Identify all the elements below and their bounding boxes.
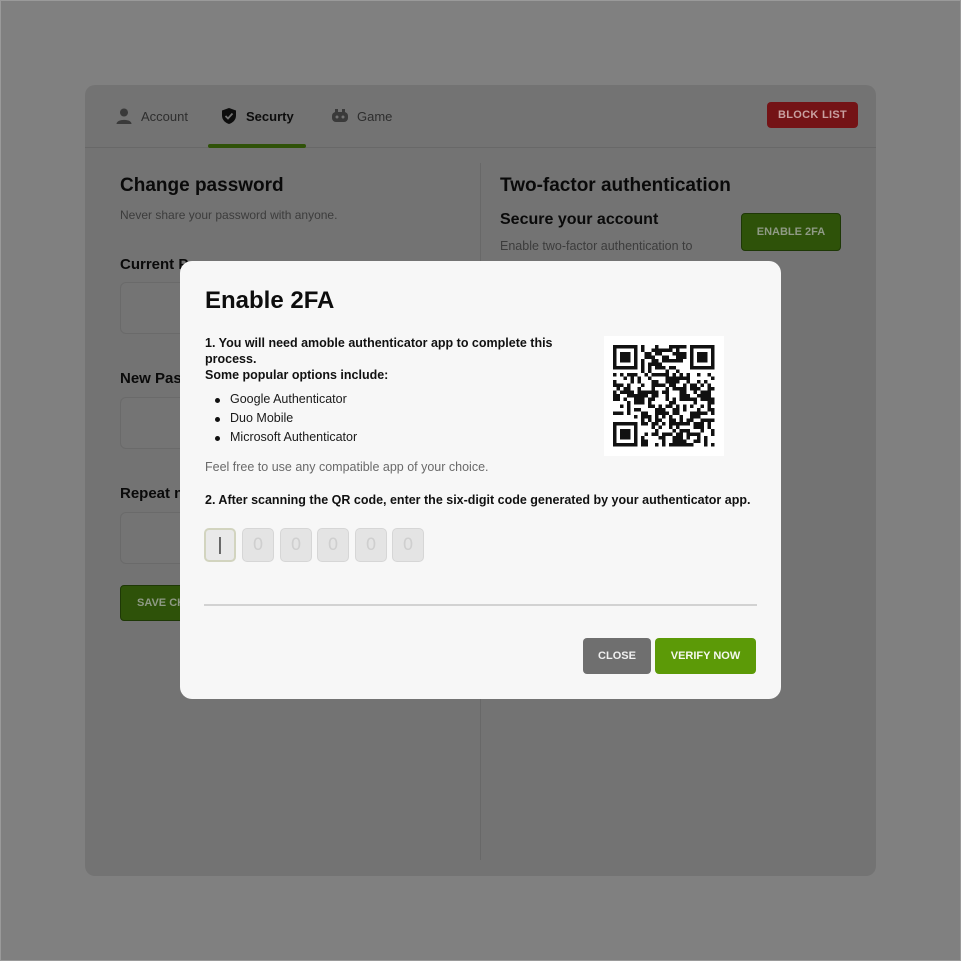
- new-password-label: New Pas: [120, 370, 182, 387]
- qr-code: [604, 336, 724, 456]
- two-factor-description: Enable two-factor authentication to: [500, 239, 693, 253]
- step-1-options-intro: Some popular options include:: [205, 368, 389, 382]
- code-digit-input-3[interactable]: 0: [280, 528, 312, 562]
- tab-account[interactable]: Account: [115, 103, 188, 129]
- gamepad-icon: [331, 107, 349, 125]
- authenticator-app-list: Google Authenticator Duo Mobile Microsof…: [205, 390, 357, 447]
- close-button[interactable]: CLOSE: [583, 638, 651, 674]
- change-password-title: Change password: [120, 175, 284, 196]
- two-factor-title: Two-factor authentication: [500, 175, 731, 196]
- modal-title: Enable 2FA: [205, 287, 335, 314]
- code-digit-input-1[interactable]: |: [204, 528, 236, 562]
- code-digit-input-6[interactable]: 0: [392, 528, 424, 562]
- block-list-button[interactable]: BLOCK LIST: [767, 102, 858, 128]
- modal-step-2: 2. After scanning the QR code, enter the…: [205, 493, 751, 507]
- tab-game[interactable]: Game: [331, 103, 392, 129]
- current-password-label: Current P: [120, 256, 189, 273]
- enable-2fa-button[interactable]: ENABLE 2FA: [741, 213, 841, 251]
- list-item: Microsoft Authenticator: [205, 428, 357, 447]
- step-1-text: 1. You will need amoble authenticator ap…: [205, 336, 553, 366]
- user-icon: [115, 107, 133, 125]
- verify-now-button[interactable]: VERIFY NOW: [655, 638, 756, 674]
- tab-security[interactable]: Securty: [220, 103, 294, 129]
- tab-security-label: Securty: [246, 108, 294, 124]
- repeat-password-label: Repeat n: [120, 485, 184, 502]
- modal-note: Feel free to use any compatible app of y…: [205, 460, 489, 474]
- list-item: Duo Mobile: [205, 409, 357, 428]
- code-digit-input-4[interactable]: 0: [317, 528, 349, 562]
- modal-divider: [204, 604, 757, 606]
- list-item: Google Authenticator: [205, 390, 357, 409]
- code-digit-input-5[interactable]: 0: [355, 528, 387, 562]
- enable-2fa-modal: Enable 2FA 1. You will need amoble authe…: [180, 261, 781, 699]
- two-factor-subtitle: Secure your account: [500, 211, 659, 228]
- tab-game-label: Game: [357, 108, 393, 124]
- shield-check-icon: [220, 107, 238, 125]
- tab-bar: Account Securty Game BLOCK LIST: [85, 85, 876, 148]
- tab-account-label: Account: [141, 108, 188, 124]
- modal-step-1: 1. You will need amoble authenticator ap…: [205, 335, 575, 383]
- active-tab-indicator: [208, 144, 306, 148]
- change-password-subtitle: Never share your password with anyone.: [120, 208, 338, 222]
- code-digit-input-2[interactable]: 0: [242, 528, 274, 562]
